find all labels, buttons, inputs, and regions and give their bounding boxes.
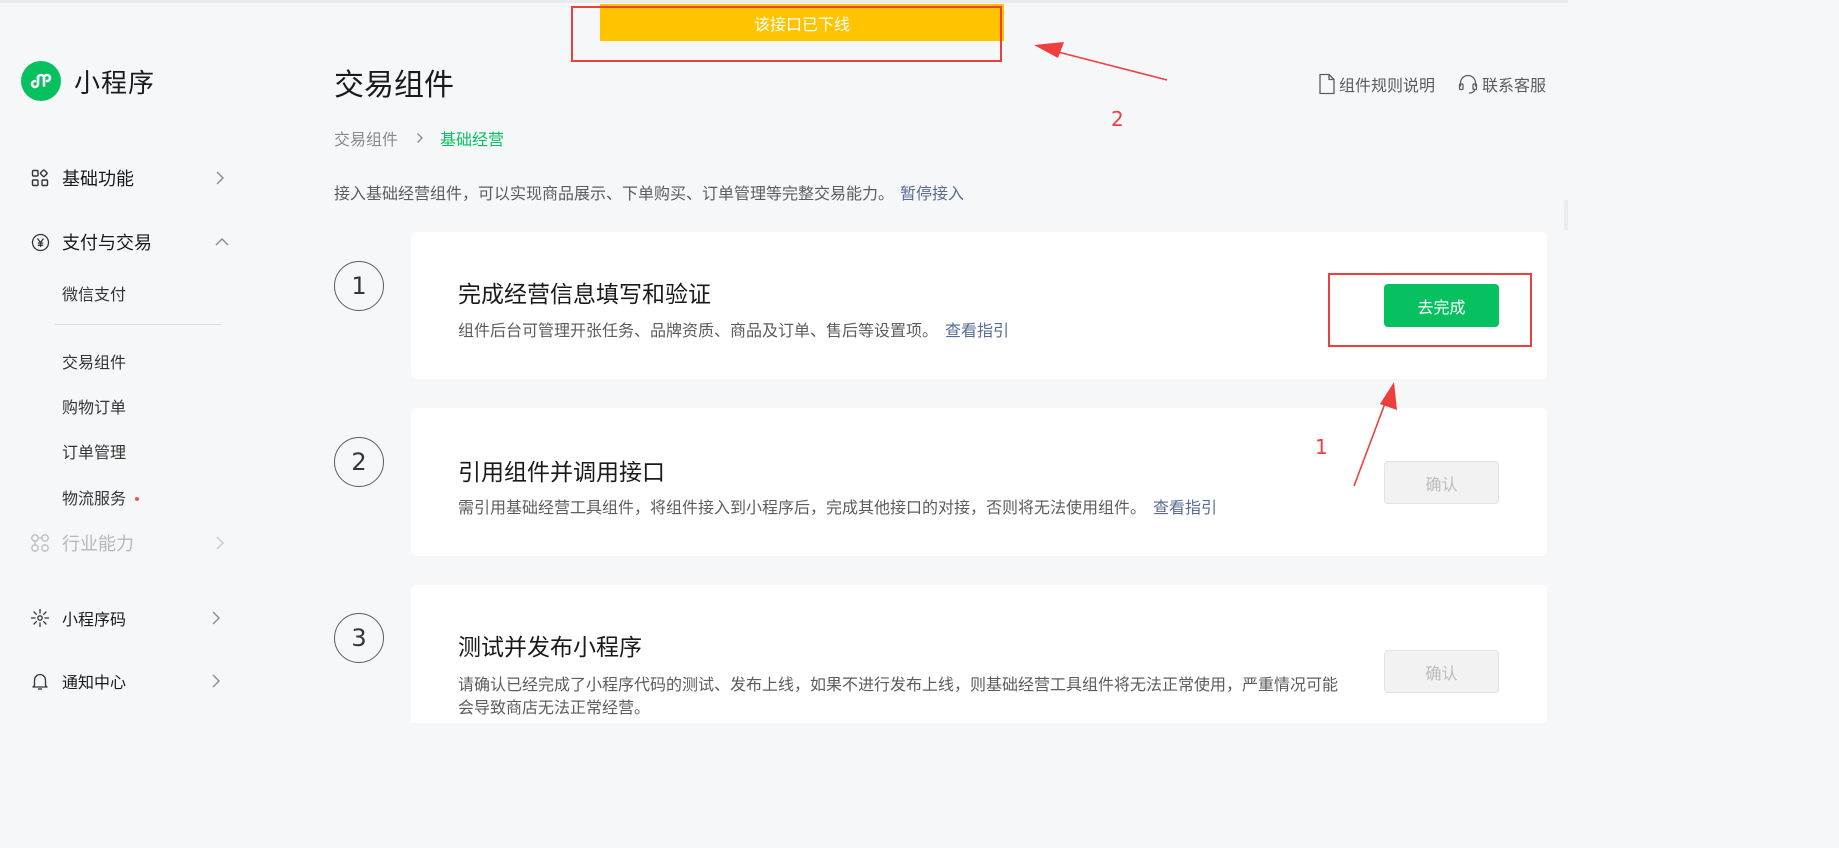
annotation-arrow-1: [1353, 397, 1388, 487]
annotation-arrow-2: [1057, 51, 1168, 81]
page: 小程序 基础功能 支付与交易 微信支付 交易组件 购物订单 订单管理 物流服务 …: [0, 0, 1568, 723]
annotation-label-2: 2: [1111, 107, 1124, 131]
annotation-arrows: [1034, 42, 1397, 487]
annotation-arrowhead-1: [1380, 382, 1397, 410]
annotation-label-1: 1: [1315, 435, 1328, 459]
annotation-arrowhead-2: [1034, 42, 1064, 58]
